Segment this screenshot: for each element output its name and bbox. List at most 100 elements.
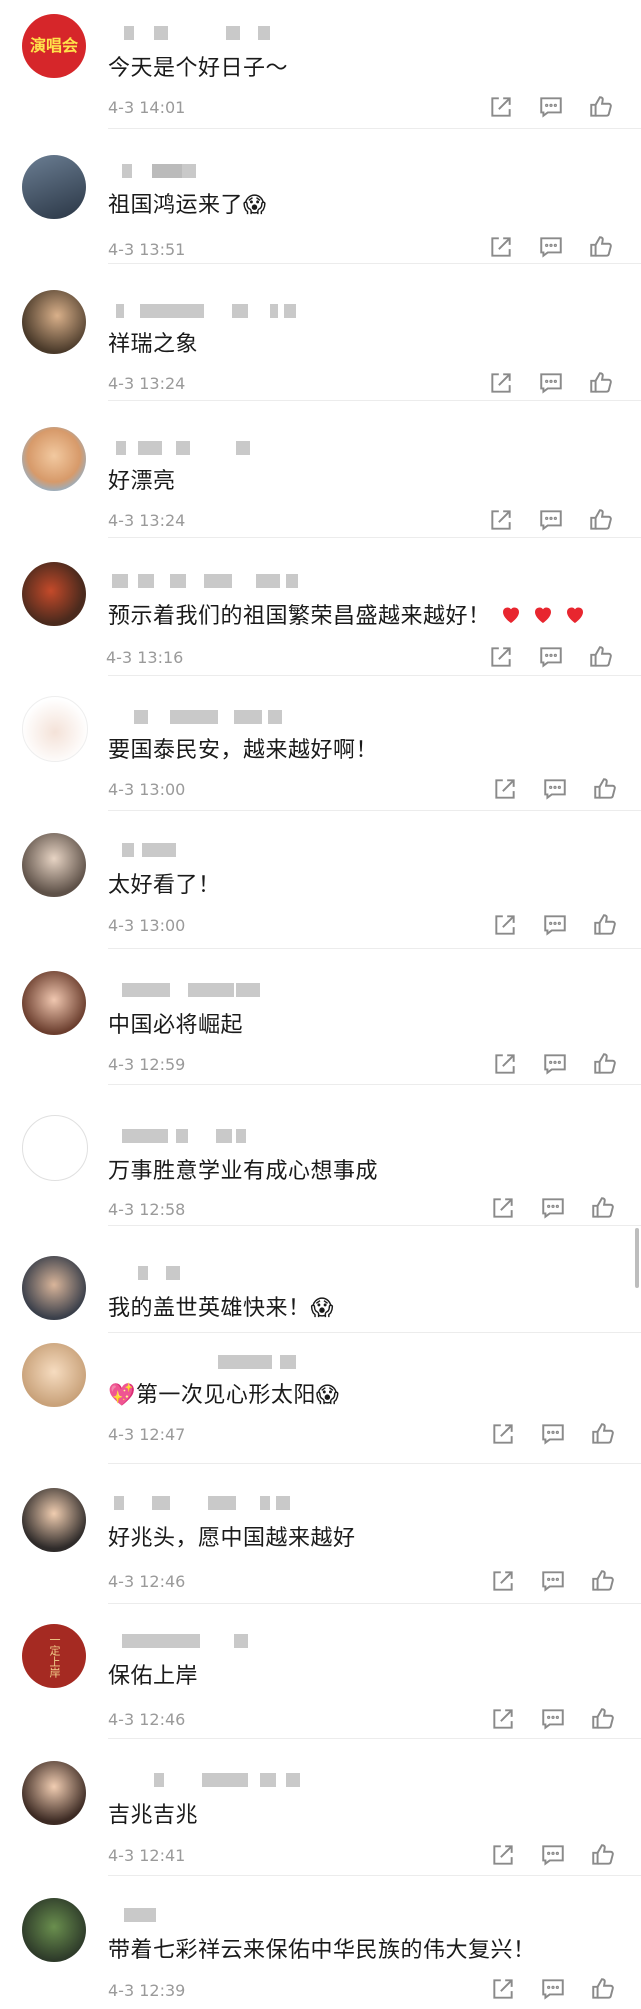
comment-time: 4-3 12:39	[108, 1981, 186, 2000]
like-icon[interactable]	[588, 644, 618, 674]
avatar[interactable]	[22, 971, 86, 1035]
avatar[interactable]	[22, 696, 88, 762]
comment-actions	[490, 1421, 620, 1451]
comment-icon[interactable]	[540, 1706, 570, 1736]
comment-actions	[488, 94, 618, 124]
avatar[interactable]	[22, 1256, 86, 1320]
comment-icon[interactable]	[540, 1568, 570, 1598]
avatar[interactable]	[22, 427, 86, 491]
share-icon[interactable]	[490, 1706, 520, 1736]
comment-item: 我的盖世英雄快来！😱	[0, 1226, 641, 1332]
comment-actions	[490, 1195, 620, 1225]
like-icon[interactable]	[588, 94, 618, 124]
comment-time: 4-3 12:41	[108, 1846, 186, 1865]
comment-text: 带着七彩祥云来保佑中华民族的伟大复兴！	[108, 1938, 536, 1963]
scrollbar[interactable]	[635, 1228, 639, 1288]
like-icon[interactable]	[588, 370, 618, 400]
comment-item: 吉兆吉兆 4-3 12:41	[0, 1739, 641, 1875]
avatar[interactable]	[22, 562, 86, 626]
avatar[interactable]: 一定上岸	[22, 1624, 86, 1688]
avatar[interactable]	[22, 1488, 86, 1552]
like-icon[interactable]	[590, 1195, 620, 1225]
avatar[interactable]	[22, 1115, 88, 1181]
comment-text: 今天是个好日子～	[108, 56, 289, 81]
comment-item: 太好看了！ 4-3 13:00	[0, 811, 641, 948]
comment-actions	[490, 1568, 620, 1598]
avatar[interactable]: 演唱会	[22, 14, 86, 78]
comment-text: 祥瑞之象	[108, 332, 199, 357]
share-icon[interactable]	[492, 912, 522, 942]
comment-icon[interactable]	[538, 644, 568, 674]
comment-item: 一定上岸 保佑上岸 4-3 12:46	[0, 1604, 641, 1738]
scream-emoji-icon: 😱	[243, 193, 267, 218]
comment-item: 演唱会 今天是个好日子～ 4-3 14:01	[0, 0, 641, 128]
share-icon[interactable]	[490, 1568, 520, 1598]
like-icon[interactable]	[592, 1051, 622, 1081]
comment-text: 保佑上岸	[108, 1664, 199, 1689]
avatar[interactable]	[22, 1761, 86, 1825]
comment-item: 💖第一次见心形太阳😱 4-3 12:47	[0, 1333, 641, 1463]
like-icon[interactable]	[588, 234, 618, 264]
avatar[interactable]	[22, 1343, 86, 1407]
comment-actions	[492, 1051, 622, 1081]
comment-text: 吉兆吉兆	[108, 1803, 199, 1828]
share-icon[interactable]	[492, 1051, 522, 1081]
share-icon[interactable]	[490, 1976, 520, 2006]
comment-icon[interactable]	[540, 1195, 570, 1225]
avatar[interactable]	[22, 1898, 86, 1962]
comment-time: 4-3 13:51	[108, 240, 186, 259]
comment-text: 我的盖世英雄快来！😱	[108, 1296, 334, 1321]
scream-emoji-icon: 😱	[310, 1296, 334, 1321]
comment-item: 万事胜意学业有成心想事成 4-3 12:58	[0, 1085, 641, 1225]
comment-icon[interactable]	[538, 370, 568, 400]
share-icon[interactable]	[490, 1195, 520, 1225]
comment-icon[interactable]	[542, 776, 572, 806]
share-icon[interactable]	[492, 776, 522, 806]
comment-item: 要国泰民安，越来越好啊！ 4-3 13:00	[0, 676, 641, 810]
comment-icon[interactable]	[538, 94, 568, 124]
share-icon[interactable]	[490, 1421, 520, 1451]
like-icon[interactable]	[588, 507, 618, 537]
share-icon[interactable]	[488, 94, 518, 124]
like-icon[interactable]	[590, 1976, 620, 2006]
comment-icon[interactable]	[542, 912, 572, 942]
comment-text: 中国必将崛起	[108, 1013, 244, 1038]
comment-actions	[490, 1976, 620, 2006]
like-icon[interactable]	[592, 912, 622, 942]
comment-icon[interactable]	[538, 507, 568, 537]
comment-time: 4-3 13:24	[108, 374, 186, 393]
comment-item: 祖国鸿运来了😱 4-3 13:51	[0, 129, 641, 263]
avatar-seal-text: 一定上岸	[48, 1634, 61, 1678]
comment-icon[interactable]	[540, 1976, 570, 2006]
comment-actions	[490, 1842, 620, 1872]
share-icon[interactable]	[488, 234, 518, 264]
comment-icon[interactable]	[538, 234, 568, 264]
comment-icon[interactable]	[540, 1842, 570, 1872]
like-icon[interactable]	[592, 776, 622, 806]
scream-emoji-icon: 😱	[315, 1383, 340, 1408]
comment-time: 4-3 13:00	[108, 916, 186, 935]
comment-text: 万事胜意学业有成心想事成	[108, 1159, 379, 1184]
avatar[interactable]	[22, 155, 86, 219]
heart-emoji-icon: 💖	[108, 1383, 136, 1408]
share-icon[interactable]	[488, 370, 518, 400]
like-icon[interactable]	[590, 1706, 620, 1736]
like-icon[interactable]	[590, 1568, 620, 1598]
share-icon[interactable]	[490, 1842, 520, 1872]
comment-actions	[488, 370, 618, 400]
share-icon[interactable]	[488, 644, 518, 674]
share-icon[interactable]	[488, 507, 518, 537]
avatar[interactable]	[22, 833, 86, 897]
comment-icon[interactable]	[540, 1421, 570, 1451]
avatar[interactable]	[22, 290, 86, 354]
comment-actions	[492, 776, 622, 806]
like-icon[interactable]	[590, 1421, 620, 1451]
comment-actions	[492, 912, 622, 942]
comment-text: 好漂亮	[108, 469, 176, 494]
comment-time: 4-3 13:00	[108, 780, 186, 799]
heart-emoji-group	[491, 604, 587, 629]
comment-actions	[490, 1706, 620, 1736]
like-icon[interactable]	[590, 1842, 620, 1872]
comment-icon[interactable]	[542, 1051, 572, 1081]
comment-item: 好漂亮 4-3 13:24	[0, 401, 641, 537]
